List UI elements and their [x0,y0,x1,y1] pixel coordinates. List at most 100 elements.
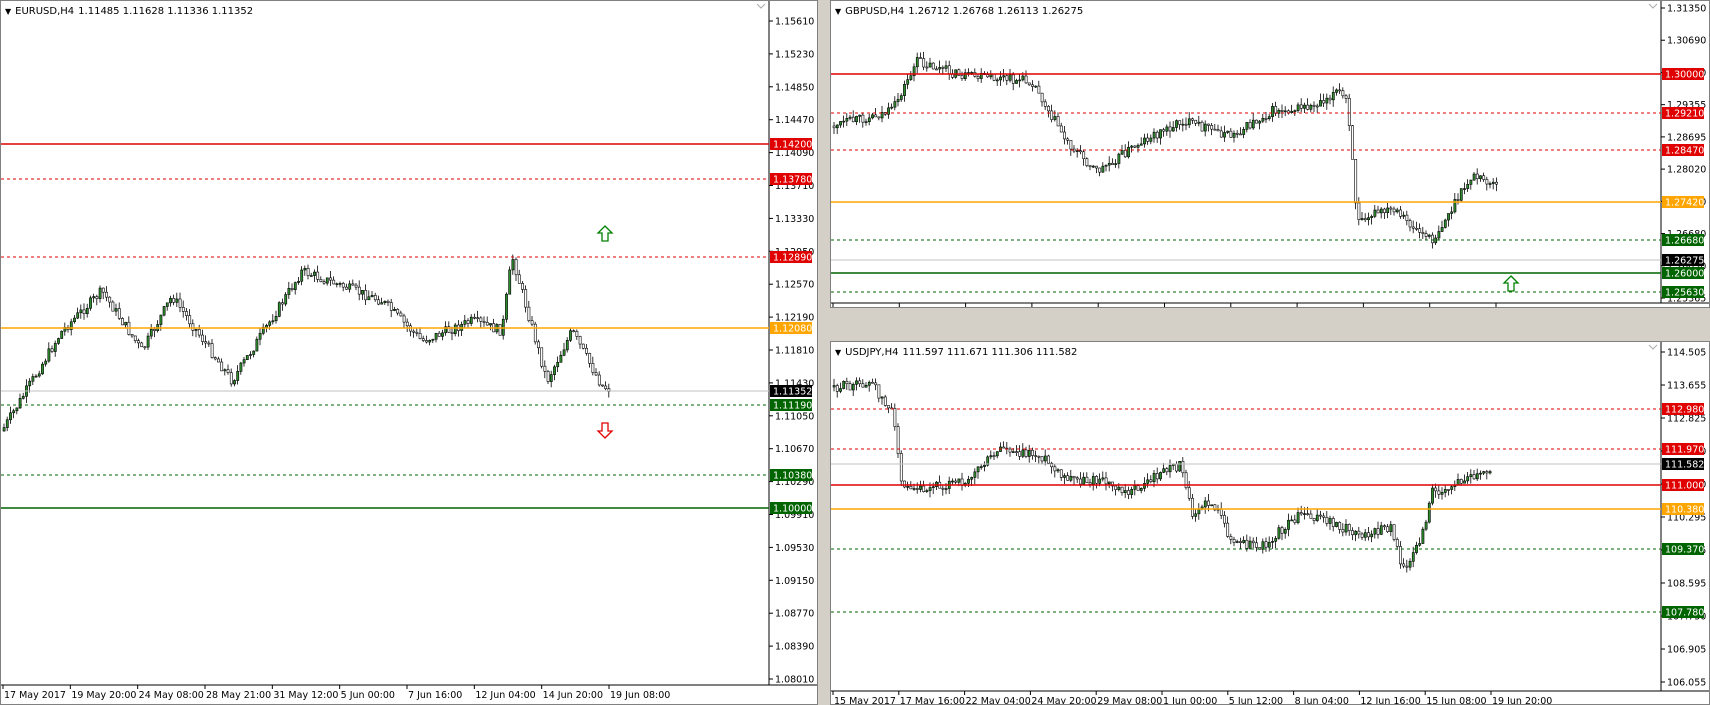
chevron-down-icon[interactable]: ▼ [835,7,841,16]
candle-body [1296,104,1300,111]
price-level-tag-label: 1.12890 [773,253,812,264]
candle-body [1191,497,1194,517]
candle-body [1306,513,1310,515]
candle-body [425,340,428,343]
candle-body [1075,477,1079,480]
price-tick-label: 1.09530 [775,543,814,554]
candle-body [1251,540,1255,544]
candle-body [165,302,169,307]
candle-body [1159,129,1162,139]
eurusd-candlestick-plot[interactable]: 1.156101.152301.148501.144701.140901.137… [1,1,818,705]
candle-body [1034,455,1038,457]
arrow-up-icon[interactable] [596,225,614,242]
candle-body [970,72,974,74]
eurusd-chart-window[interactable]: ▼ EURUSD,H4 1.11485 1.11628 1.11336 1.11… [0,0,818,705]
candle-body [434,332,438,340]
candle-body [1015,451,1018,453]
price-tick-label: 1.11810 [775,346,814,357]
candle-body [47,348,51,362]
candle-body [867,381,871,386]
candle-body [887,405,890,409]
candle-body [1319,514,1322,517]
candle-body [1069,475,1073,481]
candle-body [1469,474,1473,477]
candle-body [1207,500,1210,506]
arrow-up-icon[interactable] [1502,275,1520,292]
candle-body [909,486,913,490]
candle-body [1226,130,1230,133]
candle-body [1437,231,1441,239]
candle-body [351,283,355,286]
candle-body [896,426,900,454]
candle-body [1018,451,1022,457]
candle-body [527,306,531,321]
price-tick-label: 1.15610 [775,17,814,28]
shift-marker-icon[interactable] [1648,344,1658,350]
candle-body [162,306,166,316]
candle-body [1383,525,1386,528]
candle-body [1047,455,1050,464]
chevron-down-icon[interactable]: ▼ [835,348,841,357]
candle-body [1248,540,1252,549]
price-level-tag-label: 111.582 [1665,460,1704,471]
price-tick-label: 1.09150 [775,576,814,587]
candle-body [601,384,604,387]
candle-body [1031,450,1034,456]
candle-body [1226,522,1230,537]
candle-body [281,302,284,305]
candle-body [1213,128,1217,131]
candle-body [357,286,361,295]
candle-body [508,269,512,295]
candle-body [1271,541,1274,543]
usdjpy-candlestick-plot[interactable]: 114.505113.655112.825111.970111.140110.2… [831,342,1710,705]
candle-body [1354,158,1358,204]
price-level-tag-label: 1.27420 [1665,198,1704,209]
gbpusd-candlestick-plot[interactable]: 1.313501.306901.300001.293551.286951.280… [831,1,1710,308]
candle-body [1239,133,1242,136]
candle-body [137,340,140,344]
candle-body [85,307,89,314]
candle-body [485,322,489,326]
candle-body [1277,110,1281,114]
usdjpy-chart-window[interactable]: ▼ USDJPY,H4 111.597 111.671 111.306 111.… [830,341,1710,705]
price-tick-label: 1.15230 [775,49,814,60]
price-level-tag-label: 109.370 [1665,545,1704,556]
shift-marker-icon[interactable] [756,3,766,9]
shift-marker-icon[interactable] [1648,3,1658,9]
candle-body [1111,162,1114,165]
gbpusd-chart-window[interactable]: ▼ GBPUSD,H4 1.26712 1.26768 1.26113 1.26… [830,0,1710,308]
price-level-tag-label: 1.29210 [1665,109,1704,120]
candle-body [1056,469,1060,472]
chevron-down-icon[interactable]: ▼ [5,7,11,16]
candle-body [197,329,201,336]
candle-body [922,485,926,492]
candle-body [130,334,134,337]
candle-body [1360,218,1364,220]
candle-body [835,124,839,129]
time-tick-label: 5 Jun 00:00 [341,690,395,701]
candle-body [1427,234,1431,237]
candle-body [1139,488,1143,491]
candle-body [188,315,192,325]
candle-body [191,323,195,331]
candle-body [1287,110,1290,114]
candle-body [1386,526,1390,532]
candle-body [896,99,900,102]
candle-body [1402,214,1406,217]
candle-body [1146,137,1150,142]
candle-body [9,412,12,421]
candle-body [883,396,887,406]
candle-body [1325,517,1329,524]
candle-body [973,471,977,478]
candle-body [1431,487,1434,504]
candle-body [1351,530,1354,536]
candle-body [1152,473,1156,483]
candle-body [1475,173,1479,179]
candle-body [1386,207,1390,213]
arrow-down-icon[interactable] [596,422,614,439]
candle-body [855,116,858,123]
candle-body [1463,188,1466,190]
candle-body [12,410,16,414]
candle-body [1235,132,1239,135]
price-level-tag-label: 112.980 [1665,405,1704,416]
